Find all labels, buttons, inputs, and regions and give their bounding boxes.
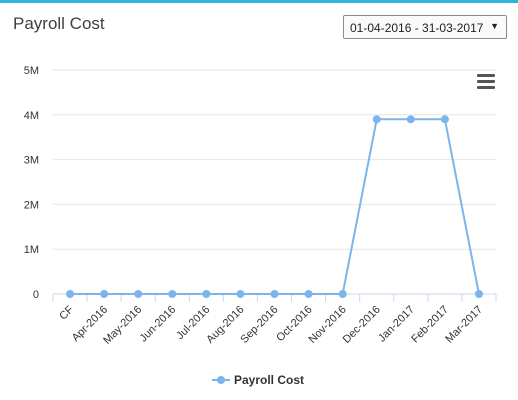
payroll-cost-chart: 01M2M3M4M5MCFApr-2016May-2016Jun-2016Jul…: [24, 65, 497, 387]
y-tick-label: 3M: [24, 155, 39, 167]
y-tick-label: 5M: [24, 65, 39, 77]
data-point: [270, 290, 279, 298]
y-tick-label: 1M: [24, 244, 39, 256]
x-tick-label: Sep-2016: [238, 304, 280, 346]
x-tick-label: Jun-2016: [137, 304, 178, 345]
data-point: [100, 290, 109, 298]
x-tick-label: CF: [57, 303, 76, 322]
data-point: [474, 290, 483, 298]
data-point: [168, 290, 177, 298]
legend-marker: [217, 376, 225, 384]
payroll-cost-widget: Payroll Cost 01-04-2016 - 31-03-2017 ▼ 0…: [0, 0, 518, 400]
data-point: [202, 290, 211, 298]
data-point: [66, 290, 75, 298]
data-point: [440, 115, 449, 124]
y-tick-label: 2M: [24, 199, 39, 211]
x-tick-label: Mar-2017: [443, 304, 485, 346]
data-point: [236, 290, 245, 298]
data-point: [372, 115, 381, 124]
data-point: [338, 290, 347, 298]
data-point: [406, 115, 415, 124]
y-tick-label: 0: [33, 289, 39, 301]
hamburger-menu-icon[interactable]: [477, 74, 495, 90]
data-point: [304, 290, 313, 298]
y-tick-label: 4M: [24, 110, 39, 122]
x-tick-label: Dec-2016: [341, 304, 383, 346]
series-line: [70, 118, 480, 295]
legend-label: Payroll Cost: [234, 373, 304, 387]
data-point: [134, 290, 143, 298]
